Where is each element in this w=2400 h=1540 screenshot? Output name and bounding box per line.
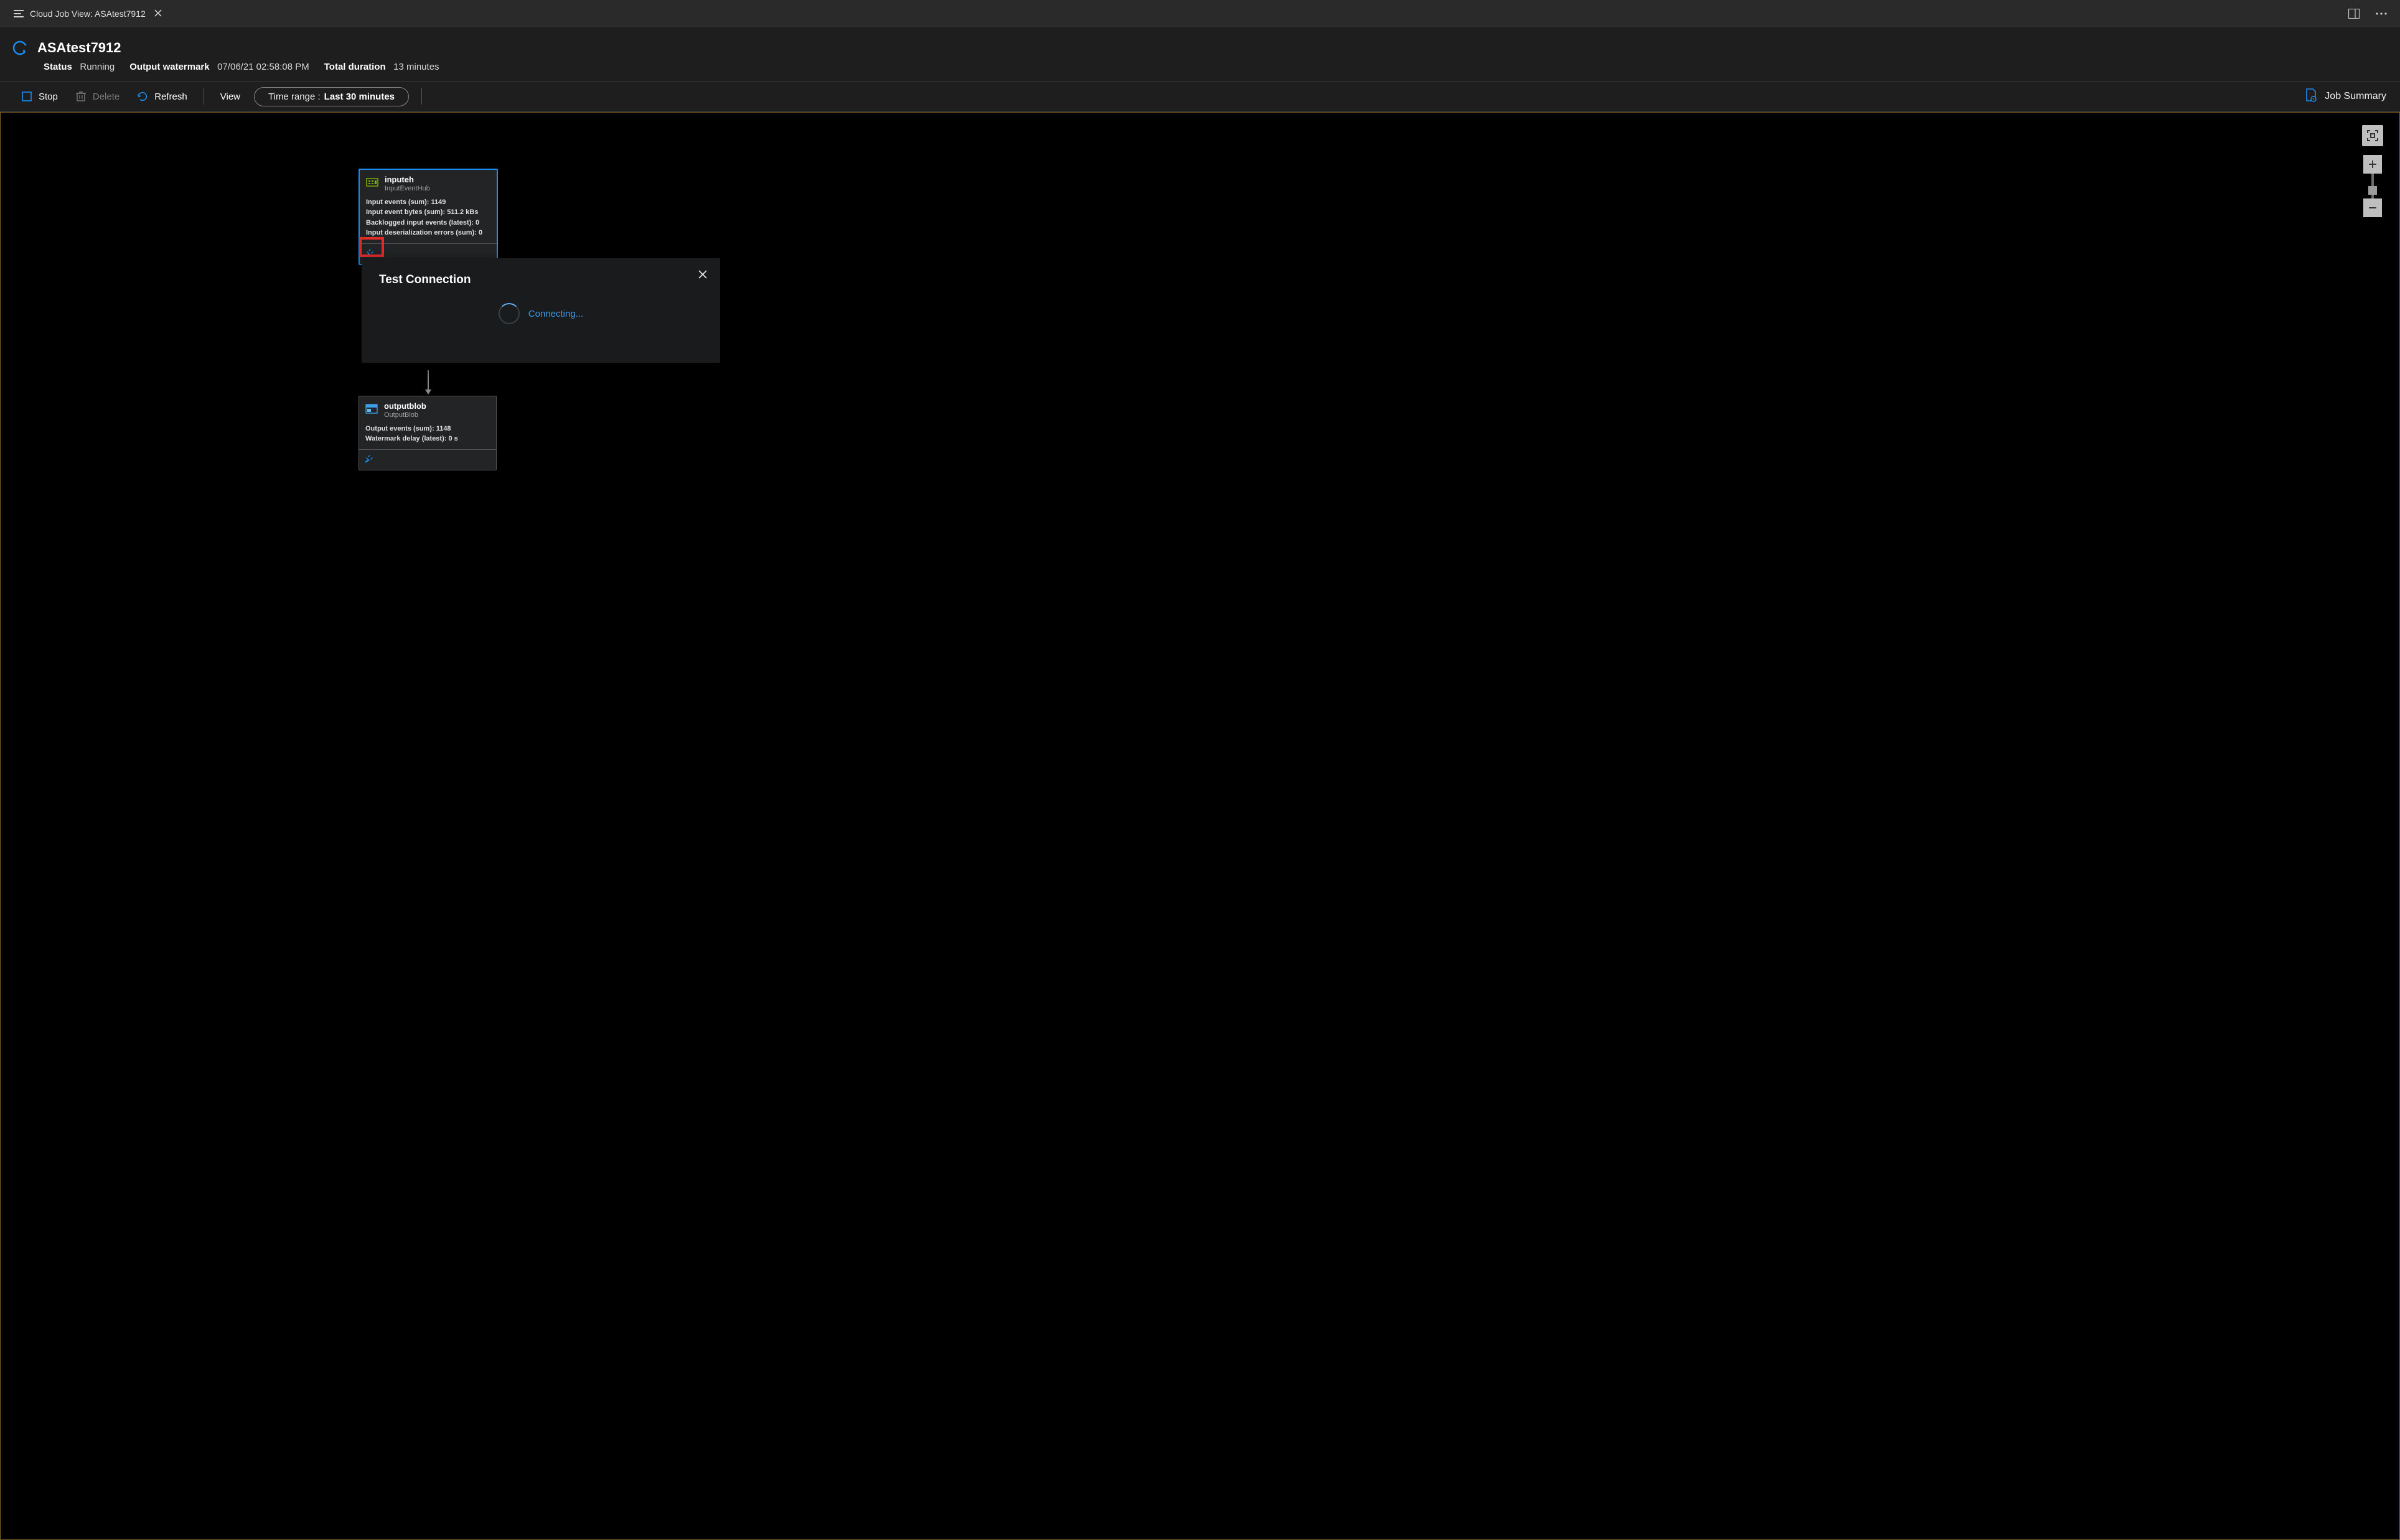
document-icon: [2305, 88, 2317, 105]
diagram-canvas[interactable]: inputeh InputEventHub Input events (sum)…: [0, 112, 2400, 1540]
job-icon: [11, 39, 29, 57]
tab-title: Cloud Job View: ASAtest7912: [30, 9, 146, 19]
refresh-button[interactable]: Refresh: [129, 87, 195, 106]
status-value: Running: [80, 62, 115, 72]
tab-bar: Cloud Job View: ASAtest7912: [0, 0, 2400, 28]
job-summary-label: Job Summary: [2325, 91, 2386, 102]
tab-cloud-job-view[interactable]: Cloud Job View: ASAtest7912: [5, 0, 173, 27]
job-summary-button[interactable]: Job Summary: [2305, 88, 2386, 105]
job-title: ASAtest7912: [37, 40, 121, 56]
view-button[interactable]: View: [213, 88, 248, 106]
node-input-subtitle: InputEventHub: [385, 185, 430, 192]
delete-button: Delete: [68, 87, 127, 106]
refresh-icon: [137, 91, 148, 102]
node-input-title: inputeh: [385, 175, 430, 185]
status-label: Status: [44, 62, 72, 72]
time-range-label: Time range :: [268, 91, 321, 102]
test-connection-icon[interactable]: [363, 455, 373, 465]
time-range-selector[interactable]: Time range : Last 30 minutes: [254, 87, 409, 106]
test-connection-icon[interactable]: [363, 249, 373, 259]
stop-icon: [21, 91, 32, 102]
node-input[interactable]: inputeh InputEventHub Input events (sum)…: [359, 169, 498, 265]
blob-icon: [365, 403, 378, 415]
zoom-out-button[interactable]: [2363, 198, 2382, 217]
node-output[interactable]: outputblob OutputBlob Output events (sum…: [359, 396, 497, 470]
toolbar: Stop Delete Refresh View Time range : La…: [0, 82, 2400, 112]
delete-label: Delete: [93, 91, 120, 102]
duration-value: 13 minutes: [393, 62, 439, 72]
stop-button[interactable]: Stop: [14, 87, 65, 106]
zoom-slider-thumb[interactable]: [2368, 186, 2377, 195]
node-output-title: outputblob: [384, 401, 426, 411]
stop-label: Stop: [39, 91, 58, 102]
eventhub-icon: [366, 176, 378, 189]
job-header: ASAtest7912 Status Running Output waterm…: [0, 28, 2400, 82]
view-label: View: [220, 91, 240, 102]
zoom-controls: [2362, 125, 2383, 217]
trash-icon: [75, 91, 87, 102]
time-range-value: Last 30 minutes: [324, 91, 395, 102]
more-icon[interactable]: [2371, 4, 2391, 24]
close-tab-icon[interactable]: [152, 6, 164, 21]
duration-label: Total duration: [324, 62, 386, 72]
zoom-fit-button[interactable]: [2362, 125, 2383, 146]
node-output-metrics: Output events (sum): 1148 Watermark dela…: [359, 421, 496, 449]
node-input-metrics: Input events (sum): 1149 Input event byt…: [360, 195, 497, 243]
close-popup-button[interactable]: [694, 266, 711, 283]
popup-title: Test Connection: [379, 273, 703, 287]
edge-input-to-output: [428, 370, 429, 394]
zoom-in-button[interactable]: [2363, 155, 2382, 174]
loading-spinner-icon: [499, 303, 520, 324]
separator: [421, 88, 422, 105]
popup-status: Connecting...: [528, 309, 583, 319]
split-editor-icon[interactable]: [2344, 4, 2364, 24]
watermark-value: 07/06/21 02:58:08 PM: [217, 62, 309, 72]
test-connection-popup: Test Connection Connecting...: [362, 258, 720, 363]
refresh-label: Refresh: [154, 91, 187, 102]
node-output-subtitle: OutputBlob: [384, 411, 426, 419]
list-icon: [14, 9, 24, 18]
watermark-label: Output watermark: [129, 62, 209, 72]
